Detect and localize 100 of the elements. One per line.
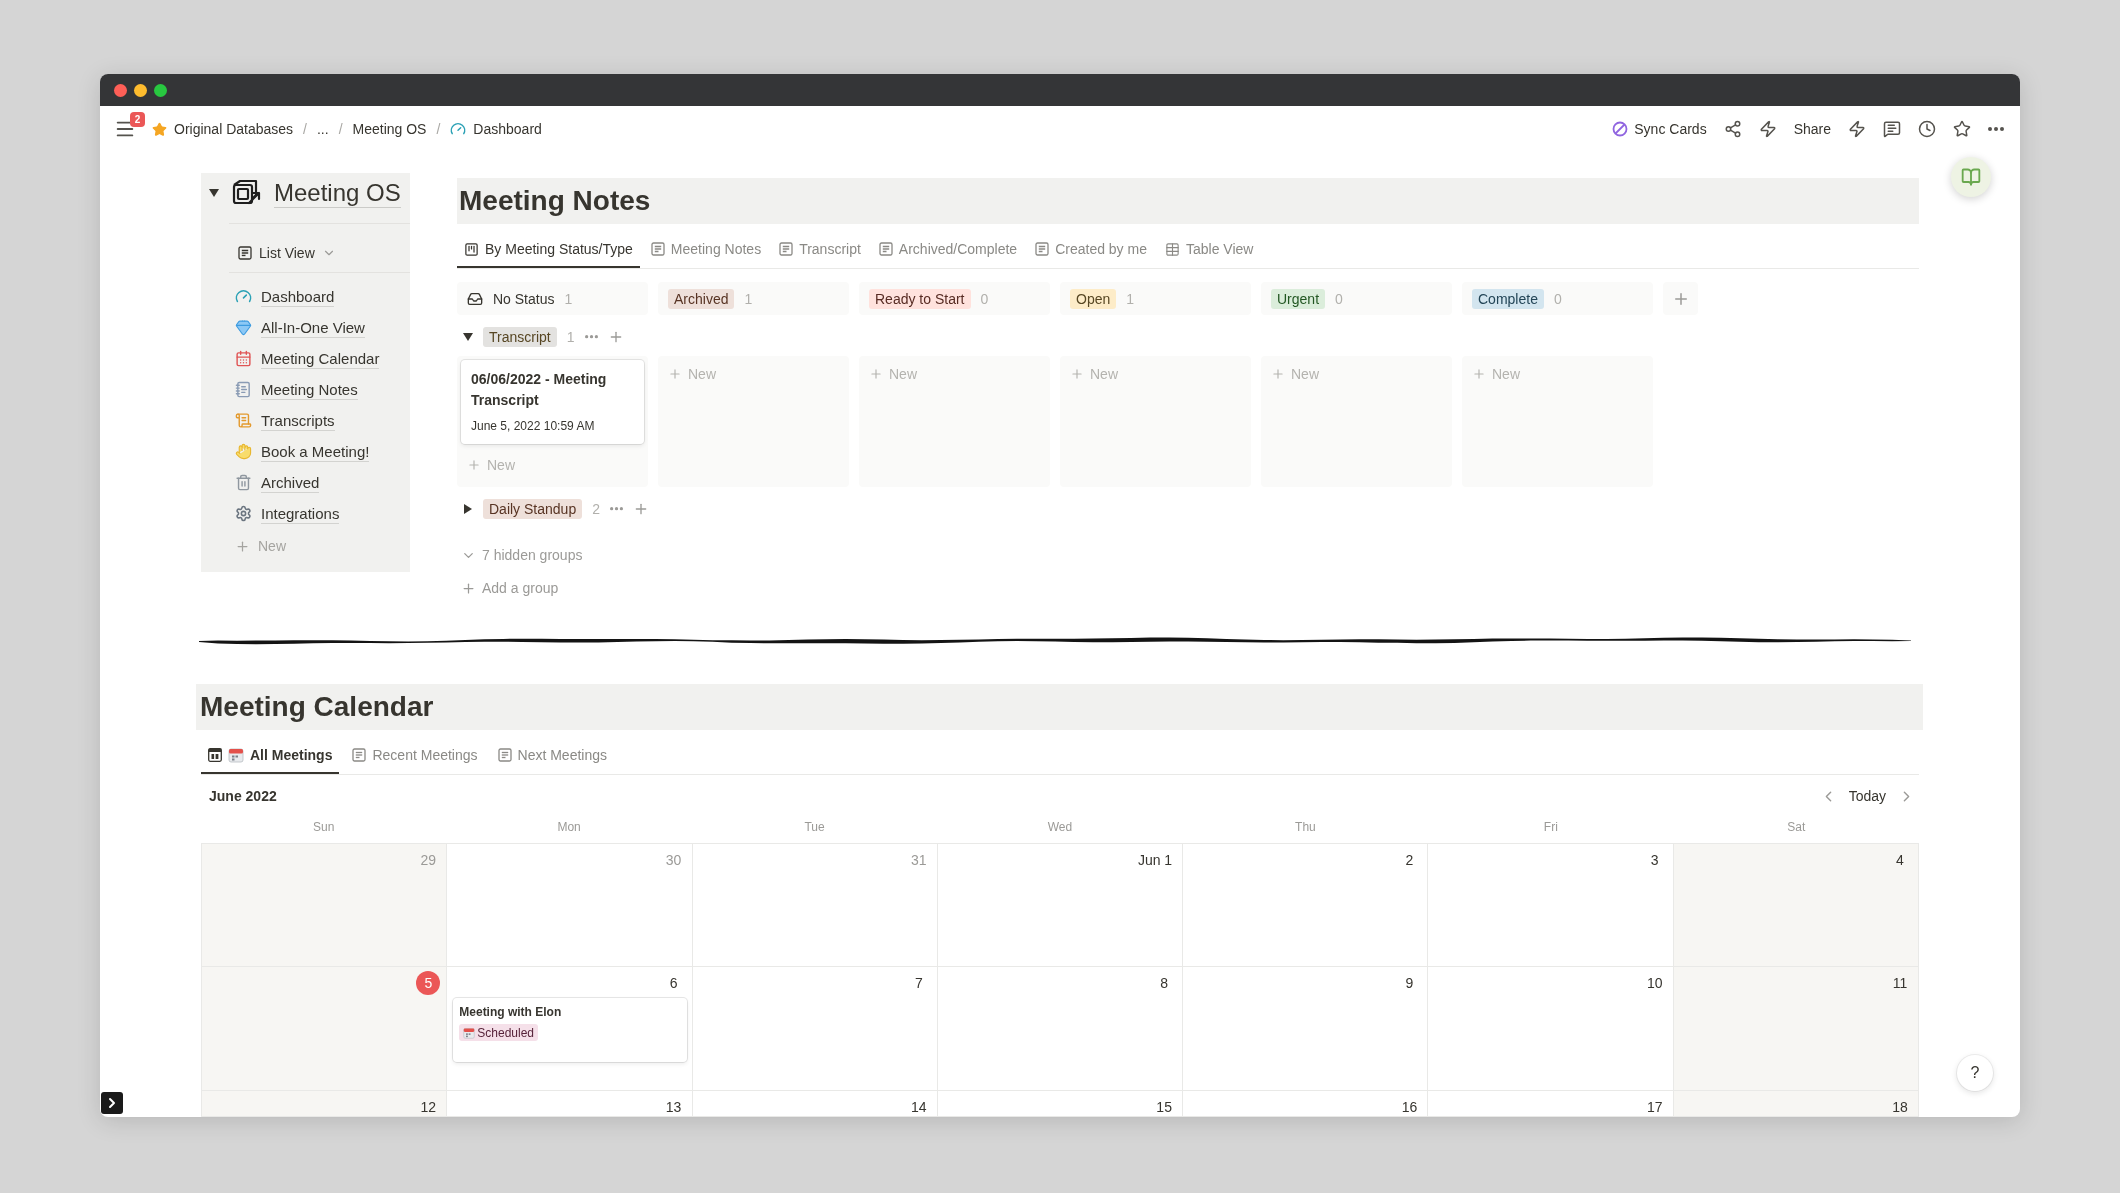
history-button[interactable] <box>1918 120 1936 138</box>
connected-nodes-icon <box>1723 120 1742 138</box>
board-card[interactable]: 06/06/2022 - Meeting Transcript June 5, 2022 10:59 AM <box>461 360 644 444</box>
lightning-icon <box>1848 120 1866 138</box>
weekday-label: Thu <box>1295 820 1316 834</box>
count-text: 1 <box>564 290 573 307</box>
help-button[interactable]: ? <box>1957 1055 1993 1091</box>
plus-icon <box>235 538 250 554</box>
breadcrumb-link[interactable]: ... <box>313 119 332 139</box>
sidebar-item[interactable]: All-In-One View <box>201 312 365 343</box>
count-text: 2 <box>592 501 600 517</box>
automation-button[interactable] <box>1758 120 1777 138</box>
sidebar-item[interactable]: Meeting Notes <box>201 374 358 405</box>
day-number: 12 <box>419 1098 438 1116</box>
book-button[interactable] <box>1951 157 1991 197</box>
view-tab[interactable]: Recent Meetings <box>345 736 485 774</box>
sidebar-item[interactable]: Archived <box>201 467 320 498</box>
breadcrumb-separator: / <box>302 121 308 137</box>
share-button[interactable]: Share <box>1793 121 1831 137</box>
breadcrumb-link[interactable]: Original Databases <box>149 119 297 139</box>
plus-icon <box>461 580 476 596</box>
sidebar-item[interactable]: Transcripts <box>201 405 335 436</box>
view-tab[interactable]: Next Meetings <box>490 736 614 774</box>
weekday-label: Sun <box>313 820 335 834</box>
view-tab[interactable]: Transcript <box>772 230 868 268</box>
lightning-icon <box>1758 120 1777 138</box>
box-arrow-icon <box>231 179 261 207</box>
list-view-icon <box>238 246 252 260</box>
star-icon <box>1953 120 1971 138</box>
count-text: 0 <box>1335 290 1343 307</box>
disclosure-triangle-icon[interactable] <box>209 188 219 198</box>
day-number: 29 <box>419 851 438 870</box>
comments-button[interactable] <box>1883 120 1901 138</box>
sync-button[interactable]: Sync Cards <box>1612 121 1707 137</box>
plus-icon <box>1070 367 1084 381</box>
status-tag: Open <box>1070 288 1117 309</box>
sidebar-item[interactable]: Dashboard <box>201 281 335 312</box>
day-number: 13 <box>664 1098 683 1116</box>
gauge-icon <box>450 121 467 137</box>
day-number: 10 <box>1645 974 1664 993</box>
favorite-button[interactable] <box>1953 120 1971 138</box>
disclosure-triangle-icon[interactable] <box>463 332 473 342</box>
count-text: 0 <box>1553 290 1562 307</box>
event-tag-text: Scheduled <box>477 1025 534 1040</box>
more-icon <box>584 335 598 339</box>
count-text: 0 <box>980 290 989 307</box>
breadcrumb-link[interactable]: Dashboard <box>447 119 545 139</box>
event-card[interactable]: Meeting with Elon Scheduled <box>453 998 687 1062</box>
calendar-icon <box>235 350 252 367</box>
weekday-label: Tue <box>804 820 825 834</box>
plus-icon <box>1271 367 1285 381</box>
comment-icon <box>1883 120 1901 138</box>
window-minimize-button[interactable] <box>134 83 147 97</box>
day-number: 18 <box>1891 1098 1909 1116</box>
window-close-button[interactable] <box>114 83 127 97</box>
calendar-icon <box>463 1026 476 1039</box>
view-tab[interactable]: Archived/Complete <box>871 230 1025 268</box>
window-maximize-button[interactable] <box>154 83 167 97</box>
status-tag: Complete <box>1472 288 1544 309</box>
disclosure-triangle-icon[interactable] <box>463 504 473 514</box>
group-tag: Daily Standup <box>483 499 583 519</box>
sidebar-title-link[interactable]: Meeting OS <box>274 178 401 208</box>
day-number: 8 <box>1159 974 1170 993</box>
today-button[interactable]: Today <box>1844 788 1890 804</box>
calendar-view-icon <box>208 748 222 762</box>
day-number: 16 <box>1400 1098 1419 1116</box>
weekday-label: Wed <box>1047 820 1073 834</box>
weekday-label: Mon <box>557 820 581 834</box>
inbox-icon <box>467 290 483 307</box>
more-icon <box>609 507 623 511</box>
day-number: 3 <box>1649 851 1660 870</box>
expand-button[interactable] <box>101 1092 123 1114</box>
view-tab[interactable]: Meeting Notes <box>643 230 769 268</box>
plus-icon <box>467 458 481 472</box>
view-tab[interactable]: All Meetings <box>201 736 340 774</box>
more-button[interactable] <box>1988 127 2004 131</box>
count-text: 1 <box>566 329 575 345</box>
view-tab[interactable]: By Meeting Status/Type <box>457 230 640 268</box>
list-view-icon <box>779 242 794 256</box>
day-number: 14 <box>910 1098 928 1116</box>
day-number: 6 <box>668 974 679 993</box>
automation-button[interactable] <box>1848 120 1866 138</box>
table-view-icon <box>1164 241 1180 257</box>
sidebar-item[interactable]: Book a Meeting! <box>201 436 370 467</box>
view-tab[interactable]: Table View <box>1157 230 1261 268</box>
day-number: 9 <box>1404 974 1415 993</box>
breadcrumb-separator: / <box>337 121 344 137</box>
sidebar-item[interactable]: Integrations <box>201 498 340 529</box>
connections-button[interactable] <box>1723 120 1742 138</box>
day-number: 30 <box>664 851 683 870</box>
star-icon <box>152 121 167 137</box>
gear-icon <box>235 505 252 522</box>
sidebar-item[interactable]: Meeting Calendar <box>201 343 380 374</box>
breadcrumb-link[interactable]: Meeting OS <box>349 119 430 139</box>
notebook-icon <box>235 381 252 398</box>
count-text: 1 <box>1126 290 1135 307</box>
view-tab[interactable]: Created by me <box>1028 230 1154 268</box>
plus-icon <box>1472 367 1486 381</box>
view-switcher-button[interactable]: List View <box>238 239 336 267</box>
day-number: 15 <box>1155 1098 1173 1116</box>
